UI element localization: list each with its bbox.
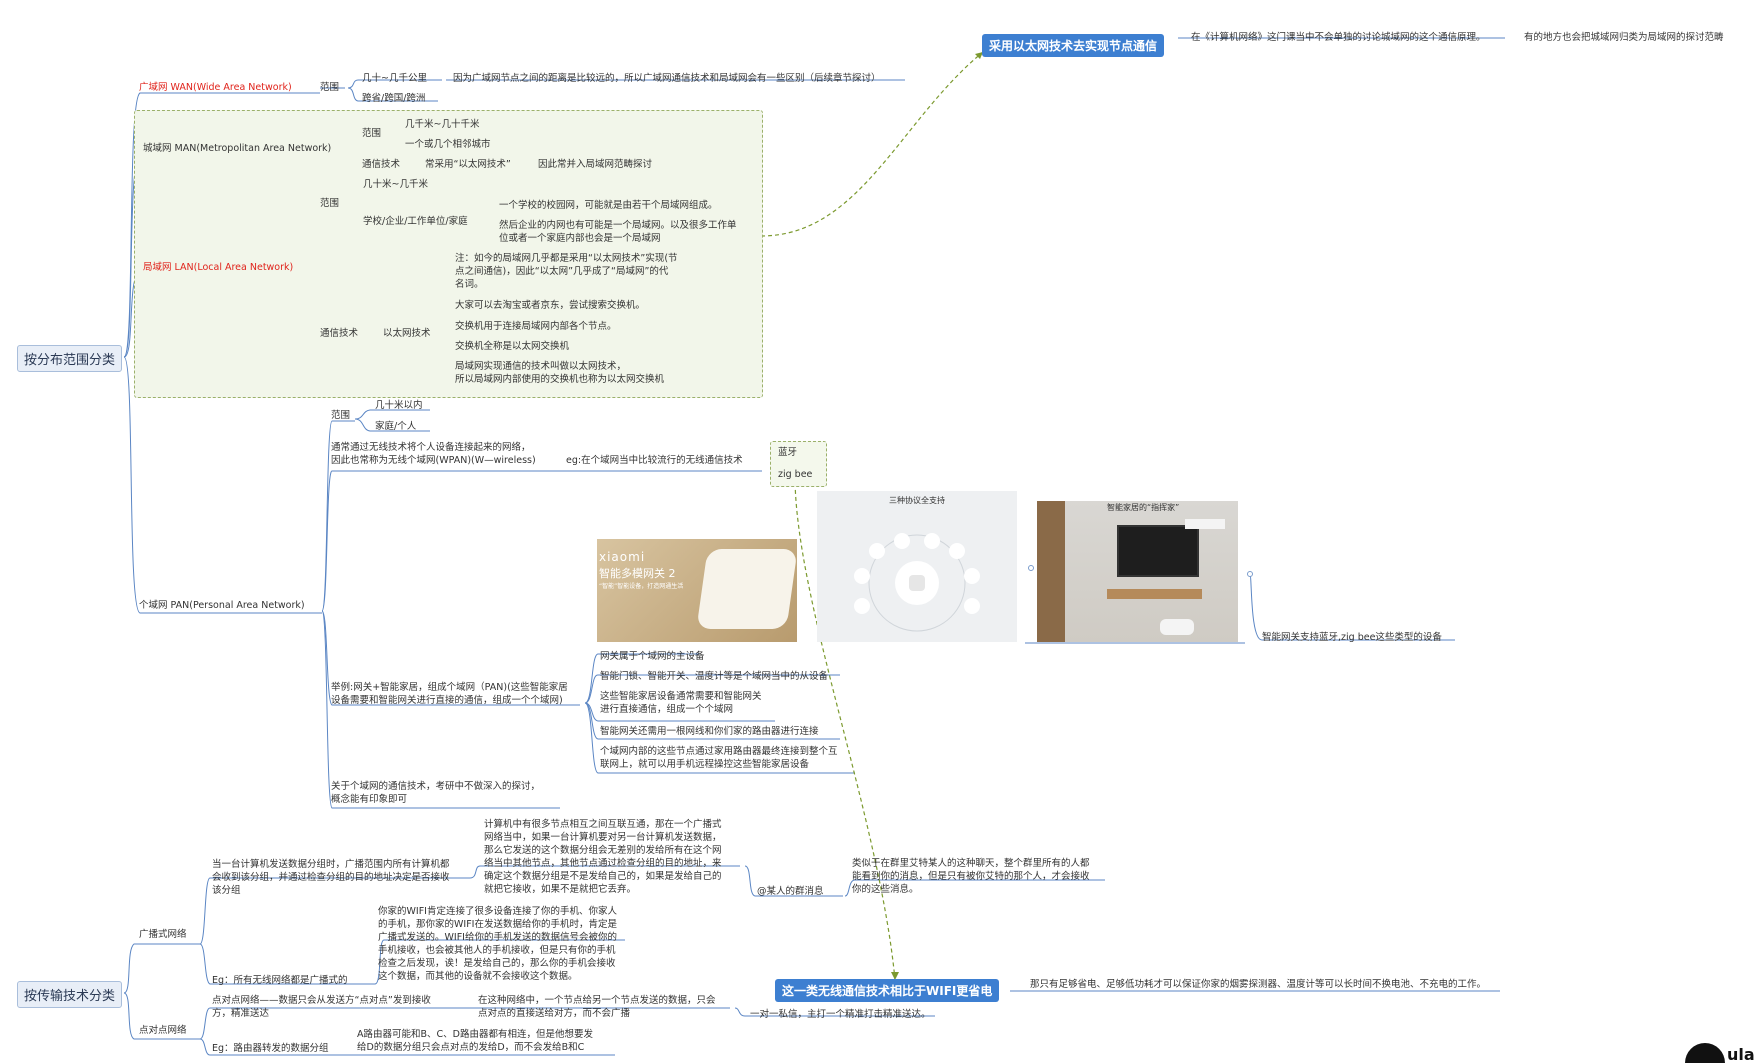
callout-ethernet-note-2: 有的地方也会把城域网归类为局域网的探讨范畴 <box>1524 32 1724 43</box>
scene-tv <box>1117 525 1199 577</box>
man-range-label: 范围 <box>362 128 382 139</box>
p2p-eg-label: Eg：路由器转发的数据分组 <box>212 1043 329 1054</box>
p2p-label[interactable]: 点对点网络 <box>139 1024 187 1037</box>
pan-example-router: 智能网关还需用一根网线和你们家的路由器进行连接 <box>600 726 819 737</box>
gateway-product-image: xiaomi 智能多模网关 2 “智能”智能设备，打造网通生活 <box>597 539 797 642</box>
lan-range-scope: 学校/企业/工作单位/家庭 <box>363 216 468 227</box>
gateway-device-shape <box>696 549 797 629</box>
broadcast-at-note: 类似于在群里艾特某人的这种聊天，整个群里所有的人都 能看到你的消息，但是只有被你… <box>852 858 1090 895</box>
scene-cabinet <box>1107 589 1202 599</box>
scene-door <box>1037 501 1065 642</box>
lan-tech-label: 通信技术 <box>320 328 359 339</box>
man-tech-value: 常采用“以太网技术” <box>425 159 511 170</box>
logo-text: ula <box>1727 1045 1755 1063</box>
scene-image-title: 智能家居的“指挥家” <box>1107 503 1180 512</box>
callout-wireless[interactable]: 这一类无线通信技术相比于WIFI更省电 <box>775 979 1000 1002</box>
man-range-scope: 一个或几个相邻城市 <box>405 139 491 150</box>
root-distribution-range[interactable]: 按分布范围分类 <box>17 345 123 372</box>
wan-range-distance: 几十~几千公里 <box>362 73 427 84</box>
protocol-support-image: 三种协议全支持 <box>817 491 1017 642</box>
pan-study-note: 关于个域网的通信技术，考研中不做深入的探讨， 概念能有印象即可 <box>331 781 541 805</box>
pan-range-scope: 家庭/个人 <box>375 421 417 432</box>
scene-ac <box>1185 519 1225 529</box>
lan-ethernet-search: 大家可以去淘宝或者京东，尝试搜索交换机。 <box>455 300 646 311</box>
lan-range-distance: 几十米~几千米 <box>363 179 428 190</box>
lan-ethernet-switch-name: 交换机全称是以太网交换机 <box>455 341 570 352</box>
smart-home-scene-image: 智能家居的“指挥家” <box>1037 501 1238 642</box>
pan-example-internet: 个域网内部的这些节点通过家用路由器最终连接到整个互 联网上，就可以用手机远程操控… <box>600 746 838 770</box>
p2p-desc: 点对点网络——数据只会从发送方“点对点”发到接收 方，精准送达 <box>212 995 431 1019</box>
p2p-detail: 在这种网络中，一个节点给另一个节点发送的数据，只会 点对点的直接送给对方，而不会… <box>478 995 716 1019</box>
broadcast-desc: 当一台计算机发送数据分组时，广播范围内所有计算机都 会收到该分组，并通过检查分组… <box>212 859 450 896</box>
broadcast-eg-label: Eg：所有无线网络都是广播式的 <box>212 975 348 986</box>
callout-wireless-note: 那只有足够省电、足够低功耗才可以保证你家的烟雾探测器、温度计等可以长时间不换电池… <box>1030 979 1487 990</box>
pan-wireless-desc: 通常通过无线技术将个人设备连接起来的网络， 因此也常称为无线个域网(WPAN)(… <box>331 442 536 466</box>
gateway-brand: xiaomi <box>599 550 646 564</box>
pan-example-desc: 举例:网关+智能家居，组成个域网（PAN)(这些智能家居 设备需要和智能网关进行… <box>331 682 568 706</box>
lan-example-campus: 一个学校的校园网，可能就是由若干个局域网组成。 <box>499 200 718 211</box>
image-connector-dot-2 <box>1247 571 1253 577</box>
wan-range-label: 范围 <box>320 82 340 93</box>
man-title[interactable]: 城域网 MAN(Metropolitan Area Network) <box>143 142 331 155</box>
gateway-product-title: 智能多模网关 2 <box>599 567 676 580</box>
broadcast-eg-detail: 你家的WIFI肯定连接了很多设备连接了你的手机、你家人 的手机，那你家的WIFI… <box>378 906 617 982</box>
wan-range-note: 因为广域网节点之间的距离是比较远的，所以广域网通信技术和局域网会有一些区别（后续… <box>453 73 881 84</box>
protocol-image-title: 三种协议全支持 <box>889 496 945 505</box>
scene-gateway <box>1160 619 1194 635</box>
pan-example-master: 网关属于个域网的主设备 <box>600 651 705 662</box>
lan-range-label: 范围 <box>320 198 340 209</box>
pan-tech-zigbee: zig bee <box>778 469 813 480</box>
pan-gateway-note: 智能网关支持蓝牙,zig bee这些类型的设备 <box>1262 632 1442 643</box>
lan-ethernet-switch-use: 交换机用于连接局域网内部各个节点。 <box>455 321 617 332</box>
lan-ethernet-note: 注：如今的局域网几乎都是采用“以太网技术”实现(节 点之间通信)，因此“以太网”… <box>455 253 678 290</box>
wan-title[interactable]: 广域网 WAN(Wide Area Network) <box>139 81 292 94</box>
lan-example-enterprise: 然后企业的内网也有可能是一个局域网。以及很多工作单 位或者一个家庭内部也会是一个… <box>499 220 737 244</box>
callout-ethernet-note-1: 在《计算机网络》这门课当中不会单独的讨论城域网的这个通信原理。 <box>1191 32 1486 43</box>
man-range-distance: 几千米~几十千米 <box>405 119 480 130</box>
lan-tech-value: 以太网技术 <box>383 328 431 339</box>
logo-mark <box>1685 1043 1725 1063</box>
pan-wireless-eg: eg:在个域网当中比较流行的无线通信技术 <box>566 455 743 466</box>
broadcast-at-label: @某人的群消息 <box>757 886 824 897</box>
pan-tech-bluetooth: 蓝牙 <box>778 447 798 458</box>
image-connector-dot-1 <box>1028 565 1034 571</box>
p2p-eg-detail: A路由器可能和B、C、D路由器都有相连，但是他想要发 给D的数据分组只会点对点的… <box>357 1029 593 1053</box>
gateway-product-sub: “智能”智能设备，打造网通生活 <box>599 583 684 590</box>
p2p-detail-note: 一对一私信，主打一个精准打击精准送达。 <box>750 1009 931 1020</box>
lan-ethernet-tech: 局域网实现通信的技术叫做以太网技术， 所以局域网内部使用的交换机也称为以太网交换… <box>455 361 665 385</box>
lan-title[interactable]: 局域网 LAN(Local Area Network) <box>143 261 293 274</box>
man-tech-label: 通信技术 <box>362 159 401 170</box>
root-transmission-technology[interactable]: 按传输技术分类 <box>17 981 123 1008</box>
broadcast-detail: 计算机中有很多节点相互之间互联互通，那在一个广播式 网络当中，如果一台计算机要对… <box>484 819 722 895</box>
pan-example-slave: 智能门锁、智能开关、温度计等是个域网当中的从设备 <box>600 671 829 682</box>
protocol-diagram-shape <box>854 533 980 632</box>
wan-range-scope: 跨省/跨国/跨洲 <box>362 93 426 104</box>
corner-logo: ula <box>1685 1039 1755 1063</box>
broadcast-label[interactable]: 广播式网络 <box>139 928 187 941</box>
pan-range-label: 范围 <box>331 410 351 421</box>
man-tech-note: 因此常并入局域网范畴探讨 <box>538 159 653 170</box>
pan-range-distance: 几十米以内 <box>375 400 423 411</box>
pan-example-direct: 这些智能家居设备通常需要和智能网关 进行直接通信，组成一个个域网 <box>600 691 762 715</box>
callout-ethernet[interactable]: 采用以太网技术去实现节点通信 <box>982 34 1165 57</box>
pan-title[interactable]: 个域网 PAN(Personal Area Network) <box>139 599 305 612</box>
